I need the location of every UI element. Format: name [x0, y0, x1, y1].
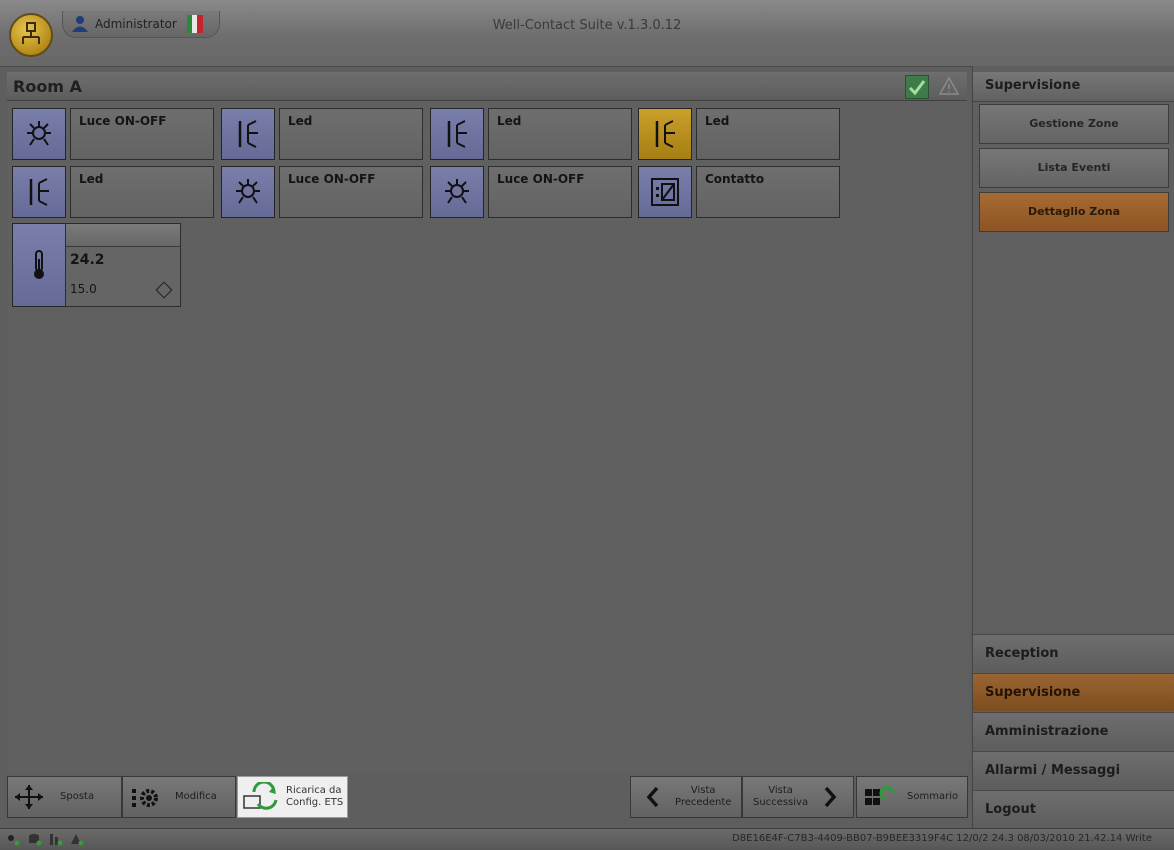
sposta-button[interactable]: Sposta	[7, 776, 122, 818]
previous-view-line2: Precedente	[675, 797, 732, 808]
section-amministrazione[interactable]: Amministrazione	[973, 712, 1174, 750]
next-view-button[interactable]: Vista Successiva	[742, 776, 854, 818]
light-bulb-icon[interactable]	[221, 166, 275, 218]
modifica-button[interactable]: Modifica	[122, 776, 236, 818]
next-view-line2: Successiva	[753, 797, 809, 808]
previous-view-line1: Vista	[690, 785, 716, 796]
modifica-label: Modifica	[175, 791, 217, 802]
temperature-setpoint: 15.0	[70, 282, 97, 296]
tile-label[interactable]: Led	[488, 108, 632, 160]
network-status-icon	[8, 835, 20, 846]
room-header: Room A	[7, 72, 967, 101]
reload-ets-icon	[243, 782, 278, 810]
sommario-label: Sommario	[907, 791, 959, 802]
status-check-icon[interactable]	[905, 75, 929, 99]
room-title: Room A	[13, 77, 82, 96]
warning-icon[interactable]	[939, 77, 959, 95]
status-text: D8E16E4F-C7B3-4409-BB07-B9BEE3319F4C 12/…	[732, 833, 1152, 844]
tile-label[interactable]: Contatto	[696, 166, 840, 218]
diamond-icon	[155, 281, 173, 299]
ricarica-label-line2: Config. ETS	[286, 797, 344, 808]
section-supervisione[interactable]: Supervisione	[973, 673, 1174, 711]
led-icon[interactable]	[221, 108, 275, 160]
alarm-status-icon	[71, 834, 84, 846]
temperature-value: 24.2	[70, 252, 105, 268]
led-icon[interactable]	[430, 108, 484, 160]
led-icon[interactable]	[638, 108, 692, 160]
move-icon	[15, 785, 43, 809]
device-status-icon	[50, 834, 63, 846]
sposta-label: Sposta	[60, 791, 95, 802]
title-bar: Administrator Well-Contact Suite v.1.3.0…	[0, 0, 1174, 67]
ricarica-label-line1: Ricarica da	[286, 785, 342, 796]
tile-label[interactable]: Luce ON-OFF	[279, 166, 423, 218]
tile-label[interactable]: Luce ON-OFF	[70, 108, 214, 160]
panel-header: Supervisione	[973, 72, 1174, 102]
lista-eventi-button[interactable]: Lista Eventi	[979, 148, 1169, 188]
light-bulb-icon[interactable]	[12, 108, 66, 160]
dettaglio-zona-button[interactable]: Dettaglio Zona	[979, 192, 1169, 232]
thermostat-header	[66, 224, 180, 247]
app-title: Well-Contact Suite v.1.3.0.12	[492, 18, 682, 33]
chevron-right-icon	[824, 786, 837, 808]
light-bulb-icon[interactable]	[430, 166, 484, 218]
navigation-panel: Supervisione Gestione Zone Lista Eventi …	[972, 66, 1174, 828]
contact-icon[interactable]	[638, 166, 692, 218]
thermometer-icon[interactable]	[12, 223, 66, 307]
ricarica-ets-button[interactable]: Ricarica da Config. ETS	[237, 776, 348, 818]
zone-canvas: Luce ON-OFF Led Led Led Led Luce ON-OFF …	[7, 101, 969, 773]
next-view-line1: Vista	[768, 785, 793, 796]
tile-label[interactable]: Luce ON-OFF	[488, 166, 632, 218]
database-status-icon	[29, 834, 42, 846]
section-allarmi-messaggi[interactable]: Allarmi / Messaggi	[973, 751, 1174, 789]
gear-icon	[132, 789, 158, 807]
led-icon[interactable]	[12, 166, 66, 218]
thermostat-widget[interactable]: 24.2 15.0	[65, 223, 181, 307]
status-bar: D8E16E4F-C7B3-4409-BB07-B9BEE3319F4C 12/…	[0, 828, 1174, 850]
gestione-zone-button[interactable]: Gestione Zone	[979, 104, 1169, 144]
tile-label[interactable]: Led	[696, 108, 840, 160]
section-reception[interactable]: Reception	[973, 634, 1174, 672]
previous-view-button[interactable]: Vista Precedente	[630, 776, 742, 818]
summary-icon	[865, 785, 895, 805]
chevron-left-icon	[646, 786, 659, 808]
sommario-button[interactable]: Sommario	[856, 776, 968, 818]
section-logout[interactable]: Logout	[973, 790, 1174, 828]
tile-label[interactable]: Led	[70, 166, 214, 218]
tile-label[interactable]: Led	[279, 108, 423, 160]
